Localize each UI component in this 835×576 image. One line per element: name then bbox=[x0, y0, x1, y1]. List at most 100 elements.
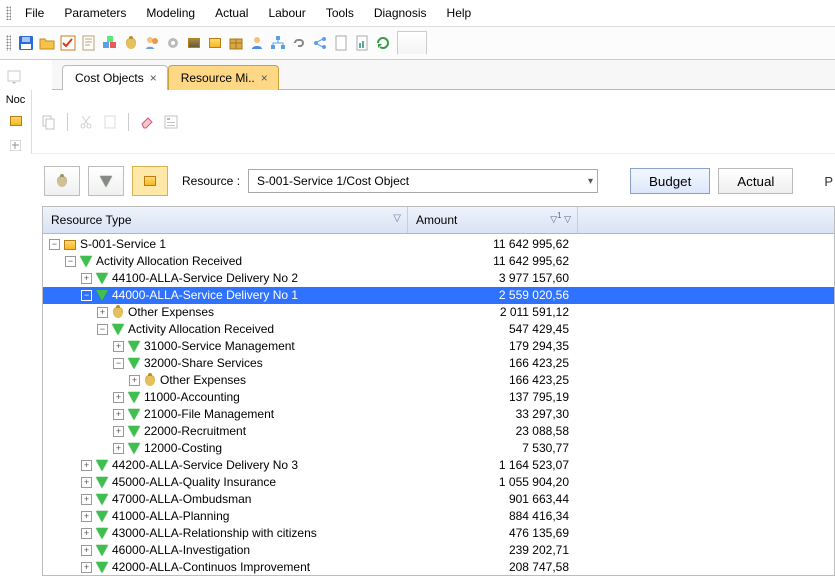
menu-modeling[interactable]: Modeling bbox=[136, 3, 205, 23]
tree-row[interactable]: +12000-Costing7 530,77 bbox=[43, 440, 834, 457]
check-icon[interactable] bbox=[59, 34, 77, 52]
menu-help[interactable]: Help bbox=[437, 3, 482, 23]
toggle-icon[interactable]: − bbox=[97, 324, 108, 335]
menu-parameters[interactable]: Parameters bbox=[54, 3, 136, 23]
tree-row[interactable]: +22000-Recruitment23 088,58 bbox=[43, 423, 834, 440]
menu-file[interactable]: File bbox=[15, 3, 54, 23]
tree-row[interactable]: +31000-Service Management179 294,35 bbox=[43, 338, 834, 355]
box-icon[interactable] bbox=[7, 112, 25, 130]
grid-header: Resource Type ▽ Amount ▽1 ▽ bbox=[43, 207, 834, 234]
shield-icon bbox=[127, 425, 141, 439]
package-icon[interactable] bbox=[227, 34, 245, 52]
tree-row[interactable]: +41000-ALLA-Planning884 416,34 bbox=[43, 508, 834, 525]
close-icon[interactable]: × bbox=[150, 71, 157, 85]
toggle-icon[interactable]: − bbox=[49, 239, 60, 250]
tree-row[interactable]: −32000-Share Services166 423,25 bbox=[43, 355, 834, 372]
tree-row[interactable]: −44000-ALLA-Service Delivery No 12 559 0… bbox=[43, 287, 834, 304]
filter-bag-button[interactable] bbox=[44, 166, 80, 196]
hierarchy-icon[interactable] bbox=[269, 34, 287, 52]
tree-row[interactable]: −Activity Allocation Received11 642 995,… bbox=[43, 253, 834, 270]
resource-dropdown[interactable]: S-001-Service 1/Cost Object ▾ bbox=[248, 169, 598, 193]
tree-row[interactable]: +11000-Accounting137 795,19 bbox=[43, 389, 834, 406]
link-icon[interactable] bbox=[290, 34, 308, 52]
amount-value: 1 164 523,07 bbox=[411, 457, 579, 474]
toggle-icon[interactable]: − bbox=[81, 290, 92, 301]
shield-icon bbox=[95, 561, 109, 575]
user-icon[interactable] bbox=[248, 34, 266, 52]
toggle-icon[interactable]: + bbox=[113, 392, 124, 403]
box-closed-icon[interactable] bbox=[185, 34, 203, 52]
toggle-icon[interactable]: + bbox=[81, 528, 92, 539]
save-icon[interactable] bbox=[17, 34, 35, 52]
tree-row[interactable]: +45000-ALLA-Quality Insurance1 055 904,2… bbox=[43, 474, 834, 491]
toggle-icon[interactable]: + bbox=[81, 477, 92, 488]
tree-row[interactable]: +Other Expenses2 011 591,12 bbox=[43, 304, 834, 321]
filter-icon[interactable]: ▽ bbox=[393, 213, 401, 224]
tree-row[interactable]: +21000-File Management33 297,30 bbox=[43, 406, 834, 423]
toggle-icon[interactable]: + bbox=[81, 460, 92, 471]
tree-row[interactable]: +46000-ALLA-Investigation239 202,71 bbox=[43, 542, 834, 559]
box-open-icon[interactable] bbox=[206, 34, 224, 52]
refresh-icon[interactable] bbox=[374, 34, 392, 52]
toggle-icon[interactable]: − bbox=[113, 358, 124, 369]
toggle-icon[interactable]: + bbox=[97, 307, 108, 318]
tree-row[interactable]: +44200-ALLA-Service Delivery No 31 164 5… bbox=[43, 457, 834, 474]
properties-icon[interactable] bbox=[162, 113, 180, 131]
toggle-icon[interactable]: + bbox=[81, 494, 92, 505]
node-label: 44100-ALLA-Service Delivery No 2 bbox=[112, 270, 298, 287]
copy-icon[interactable] bbox=[40, 113, 58, 131]
menu-diagnosis[interactable]: Diagnosis bbox=[364, 3, 437, 23]
col-resource-type[interactable]: Resource Type ▽ bbox=[43, 207, 408, 233]
col-amount[interactable]: Amount ▽1 ▽ bbox=[408, 207, 578, 233]
menu-tools[interactable]: Tools bbox=[316, 3, 364, 23]
dropdown-value: S-001-Service 1/Cost Object bbox=[257, 174, 409, 188]
tree-row[interactable]: +42000-ALLA-Continuos Improvement208 747… bbox=[43, 559, 834, 576]
toggle-icon[interactable]: + bbox=[81, 273, 92, 284]
folder-icon[interactable] bbox=[38, 34, 56, 52]
toggle-icon[interactable]: + bbox=[113, 443, 124, 454]
chevron-down-icon: ▾ bbox=[588, 176, 593, 187]
tab-resource-mi[interactable]: Resource Mi.. × bbox=[168, 65, 279, 90]
share-icon[interactable] bbox=[311, 34, 329, 52]
toggle-icon[interactable]: + bbox=[81, 545, 92, 556]
tree-row[interactable]: +44100-ALLA-Service Delivery No 23 977 1… bbox=[43, 270, 834, 287]
tree-row[interactable]: −Activity Allocation Received547 429,45 bbox=[43, 321, 834, 338]
budget-button[interactable]: Budget bbox=[630, 168, 710, 194]
gear-icon[interactable] bbox=[164, 34, 182, 52]
filter-box-button[interactable] bbox=[132, 166, 168, 196]
note-icon[interactable] bbox=[80, 34, 98, 52]
tree-row[interactable]: +47000-ALLA-Ombudsman901 663,44 bbox=[43, 491, 834, 508]
tree-row[interactable]: +Other Expenses166 423,25 bbox=[43, 372, 834, 389]
tree-row[interactable]: −S-001-Service 111 642 995,62 bbox=[43, 236, 834, 253]
close-icon[interactable]: × bbox=[261, 71, 268, 85]
erase-icon[interactable] bbox=[138, 113, 156, 131]
toggle-icon[interactable]: + bbox=[81, 562, 92, 573]
toggle-icon[interactable]: + bbox=[113, 409, 124, 420]
toolbar-overflow[interactable] bbox=[397, 31, 427, 55]
tab-cost-objects[interactable]: Cost Objects × bbox=[62, 65, 168, 90]
tree-row[interactable]: +43000-ALLA-Relationship with citizens47… bbox=[43, 525, 834, 542]
toggle-icon[interactable]: + bbox=[129, 375, 140, 386]
filter-shield-grey-button[interactable] bbox=[88, 166, 124, 196]
doc-icon[interactable] bbox=[332, 34, 350, 52]
cubes-icon[interactable] bbox=[101, 34, 119, 52]
users-icon[interactable] bbox=[143, 34, 161, 52]
toggle-icon[interactable]: + bbox=[81, 511, 92, 522]
toggle-icon[interactable]: − bbox=[65, 256, 76, 267]
expand-icon[interactable] bbox=[7, 136, 25, 154]
actual-button[interactable]: Actual bbox=[718, 168, 793, 194]
tree-body[interactable]: −S-001-Service 111 642 995,62−Activity A… bbox=[43, 234, 834, 576]
cut-icon[interactable] bbox=[77, 113, 95, 131]
filter-bar: Resource : S-001-Service 1/Cost Object ▾… bbox=[0, 154, 835, 206]
money-bag-icon[interactable] bbox=[122, 34, 140, 52]
tab-dropdown-icon[interactable] bbox=[5, 68, 23, 86]
toggle-icon[interactable]: + bbox=[113, 426, 124, 437]
amount-value: 208 747,58 bbox=[411, 559, 579, 576]
paste-icon[interactable] bbox=[101, 113, 119, 131]
report-icon[interactable] bbox=[353, 34, 371, 52]
menu-labour[interactable]: Labour bbox=[258, 3, 315, 23]
main-toolbar bbox=[0, 27, 835, 60]
menu-actual[interactable]: Actual bbox=[205, 3, 258, 23]
toggle-icon[interactable]: + bbox=[113, 341, 124, 352]
sort-desc-icon[interactable]: ▽1 ▽ bbox=[550, 211, 571, 225]
